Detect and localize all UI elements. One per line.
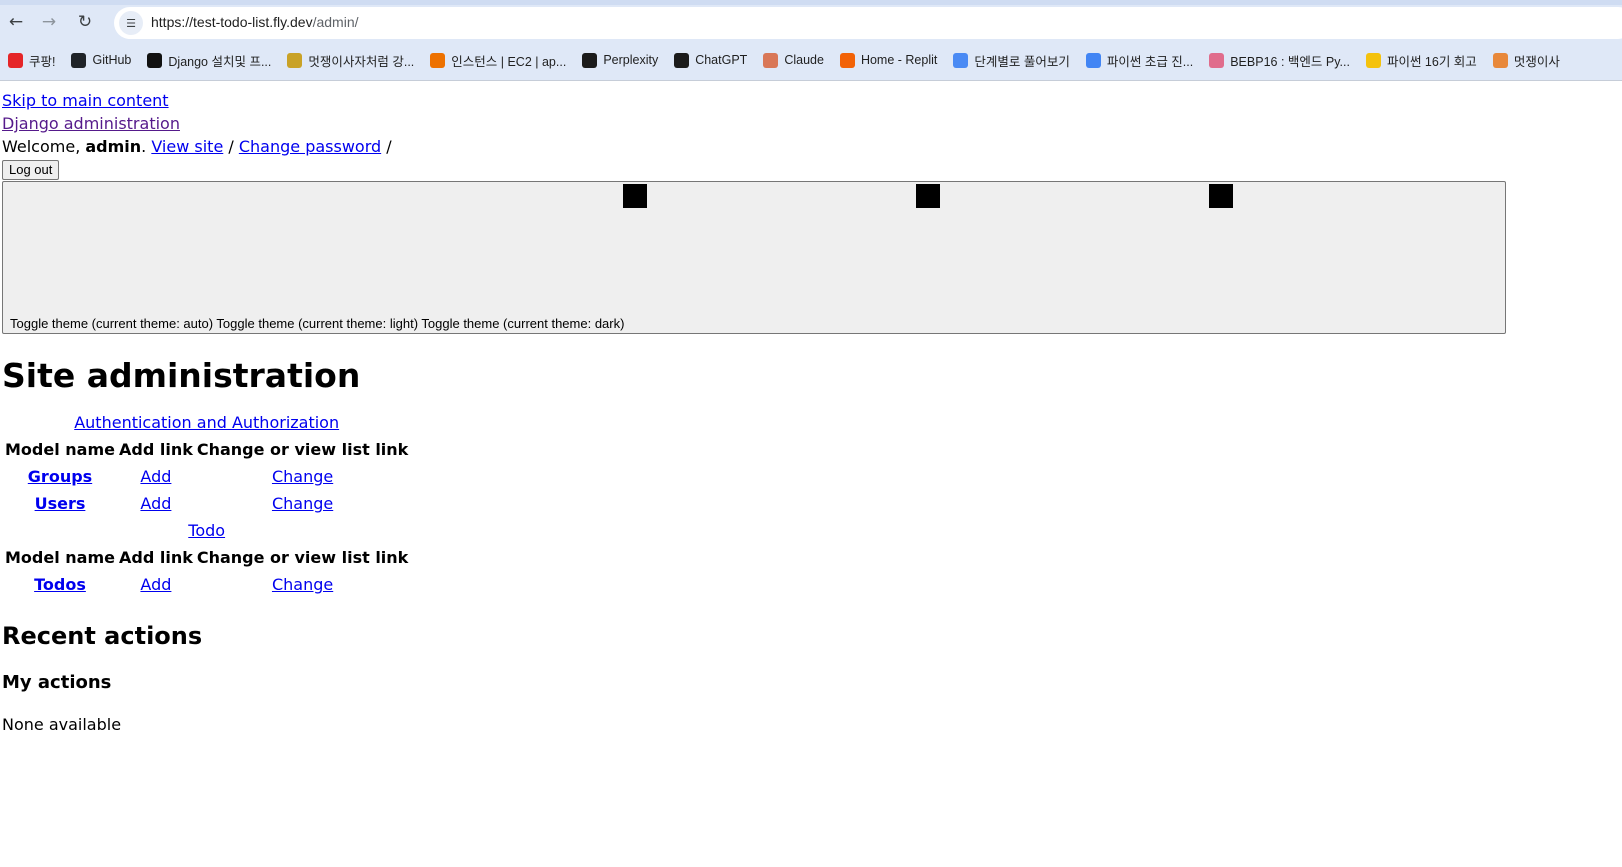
- replit-icon: [839, 52, 855, 68]
- chatgpt-icon: [674, 52, 690, 68]
- table-header-row: Model name Add link Change or view list li…: [4, 545, 409, 570]
- coupang-icon: [8, 52, 23, 68]
- add-link[interactable]: Add: [140, 494, 171, 513]
- table-row: Users Add Change: [4, 491, 409, 516]
- skip-to-content-link[interactable]: Skip to main content: [2, 91, 169, 110]
- add-link[interactable]: Add: [140, 467, 171, 486]
- url-text[interactable]: https://test-todo-list.fly.dev/admin/: [151, 14, 359, 30]
- model-name-link[interactable]: Users: [35, 494, 86, 513]
- bookmark-label: 쿠팡!: [29, 54, 56, 69]
- github-icon: [71, 52, 87, 68]
- aws-icon: [430, 52, 446, 68]
- column-header: Model name: [5, 440, 115, 459]
- model-name-link[interactable]: Groups: [28, 467, 92, 486]
- user-tools: Welcome, admin. View site / Change passw…: [2, 135, 1602, 158]
- app-list: Authentication and Authorization Model na…: [2, 410, 1602, 599]
- bookmark-item[interactable]: 파이썬 초급 진...: [1078, 48, 1201, 72]
- column-header: Change or view list link: [196, 548, 409, 567]
- column-header: Add link: [118, 548, 193, 567]
- column-header: Change or view list link: [196, 440, 409, 459]
- table-row: Todos Add Change: [4, 572, 409, 597]
- bookmarks-bar: 쿠팡! GitHub Django 설치및 프... 멋쟁이사자처럼 강... 인스턴스…: [0, 46, 1622, 74]
- lion-icon: [1492, 52, 1508, 68]
- theme-light-icon: [916, 184, 940, 208]
- app-caption-link[interactable]: Authentication and Authorization: [74, 413, 339, 432]
- bookmark-item[interactable]: Home - Replit: [832, 48, 945, 72]
- theme-auto-icon: [623, 184, 647, 208]
- bookmark-label: Home - Replit: [860, 53, 938, 67]
- bookmark-item[interactable]: Django 설치및 프...: [139, 48, 279, 72]
- bookmark-label: 파이썬 초급 진...: [1106, 54, 1194, 69]
- change-password-link[interactable]: Change password: [239, 137, 381, 156]
- change-link[interactable]: Change: [272, 467, 333, 486]
- welcome-text: Welcome,: [2, 137, 86, 156]
- flower-icon: [1209, 52, 1225, 68]
- bookmark-label: Django 설치및 프...: [168, 54, 272, 69]
- notion-icon: [147, 52, 163, 68]
- page-title: Site administration: [2, 356, 361, 395]
- username: admin: [85, 137, 142, 156]
- app-caption-link[interactable]: Todo: [188, 521, 225, 540]
- reload-icon[interactable]: ↻: [73, 10, 97, 34]
- claude-icon: [763, 52, 779, 68]
- bookmark-item[interactable]: ChatGPT: [666, 48, 755, 72]
- column-header: Add link: [118, 440, 193, 459]
- back-icon[interactable]: ←: [4, 10, 28, 34]
- app-module-table: Authentication and Authorization Model na…: [2, 410, 411, 518]
- bookmark-item[interactable]: 쿠팡!: [0, 48, 63, 72]
- docs-icon: [1085, 52, 1101, 68]
- bookmark-item[interactable]: 멋쟁이사: [1485, 48, 1568, 72]
- admin-page: Skip to main content Django administrati…: [2, 81, 1602, 736]
- theme-dark-icon: [1209, 184, 1233, 208]
- bookmark-label: BEBP16 : 백엔드 Py...: [1230, 54, 1350, 69]
- logout-button[interactable]: Log out: [2, 160, 60, 180]
- tab-strip: [0, 0, 1622, 5]
- perplexity-icon: [582, 52, 598, 68]
- welcome-dot: .: [141, 137, 152, 156]
- bookmark-label: ChatGPT: [695, 53, 748, 67]
- bookmark-label: 멋쟁이사자처럼 강...: [308, 54, 415, 69]
- separator: /: [381, 137, 392, 156]
- bookmark-item[interactable]: BEBP16 : 백엔드 Py...: [1201, 48, 1358, 72]
- change-link[interactable]: Change: [272, 575, 333, 594]
- site-branding-link[interactable]: Django administration: [2, 114, 180, 133]
- bookmark-label: Perplexity: [603, 53, 659, 67]
- bookmark-label: Claude: [784, 53, 824, 67]
- table-row: Groups Add Change: [4, 464, 409, 489]
- view-site-link[interactable]: View site: [151, 137, 223, 156]
- bookmark-item[interactable]: Claude: [755, 48, 832, 72]
- bookmark-item[interactable]: 단계별로 풀어보기: [945, 48, 1077, 72]
- bookmark-item[interactable]: Perplexity: [574, 48, 666, 72]
- bookmark-item[interactable]: GitHub: [63, 48, 139, 72]
- recent-actions-title: Recent actions: [2, 622, 203, 650]
- code-icon: [953, 52, 969, 68]
- bookmark-label: 멋쟁이사: [1513, 54, 1560, 69]
- theme-toggle-button[interactable]: Toggle theme (current theme: auto) Toggl…: [2, 181, 1506, 334]
- bookmark-label: 인스턴스 | EC2 | ap...: [451, 54, 567, 69]
- app-module-table: Todo Model name Add link Change or view lis…: [2, 518, 411, 599]
- bookmark-label: 단계별로 풀어보기: [974, 54, 1070, 69]
- bookmark-item[interactable]: 멋쟁이사자처럼 강...: [279, 48, 422, 72]
- theme-toggle-label: Toggle theme (current theme: auto) Toggl…: [10, 316, 625, 331]
- forward-icon[interactable]: →: [37, 10, 61, 34]
- bookmark-label: 파이썬 16기 회고: [1386, 54, 1477, 69]
- bookmark-item[interactable]: 인스턴스 | EC2 | ap...: [422, 48, 574, 72]
- separator: /: [223, 137, 239, 156]
- no-actions-text: None available: [2, 715, 122, 734]
- add-link[interactable]: Add: [140, 575, 171, 594]
- my-actions-title: My actions: [2, 672, 112, 693]
- table-header-row: Model name Add link Change or view list li…: [4, 437, 409, 462]
- bookmark-item[interactable]: 파이썬 16기 회고: [1358, 48, 1485, 72]
- address-bar[interactable]: ☰ https://test-todo-list.fly.dev/admin/: [114, 7, 1622, 39]
- bookmark-label: GitHub: [92, 53, 132, 67]
- change-link[interactable]: Change: [272, 494, 333, 513]
- smile-icon: [1365, 52, 1381, 68]
- lion-image-icon: [287, 52, 303, 68]
- browser-toolbar: ← → ↻ ☰ https://test-todo-list.fly.dev/a…: [0, 0, 1622, 80]
- model-name-link[interactable]: Todos: [34, 575, 86, 594]
- site-settings-icon[interactable]: ☰: [119, 11, 143, 35]
- column-header: Model name: [5, 548, 115, 567]
